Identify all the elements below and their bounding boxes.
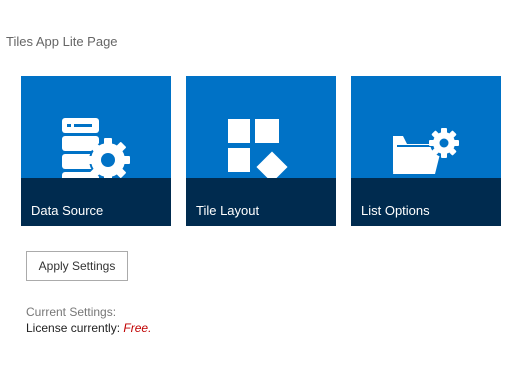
tile-data-source[interactable]: Data Source — [21, 76, 171, 226]
tile-label-bar — [351, 178, 501, 226]
tile-list-options[interactable]: List Options — [351, 76, 501, 226]
current-settings-heading: Current Settings: — [26, 305, 117, 319]
tile-label: Tile Layout — [196, 203, 260, 218]
page-title: Tiles App Lite Page — [6, 34, 118, 49]
tile-label-bar — [186, 178, 336, 226]
apply-settings-button[interactable]: Apply Settings — [26, 251, 128, 281]
license-status: License currently: Free. — [26, 321, 151, 335]
tile-tile-layout[interactable]: Tile Layout — [186, 76, 336, 226]
tile-label: Data Source — [31, 203, 104, 218]
tile-label-bar — [21, 178, 171, 226]
license-value: Free. — [123, 321, 152, 335]
tile-label: List Options — [361, 203, 430, 218]
license-prefix: License currently: — [26, 321, 121, 335]
